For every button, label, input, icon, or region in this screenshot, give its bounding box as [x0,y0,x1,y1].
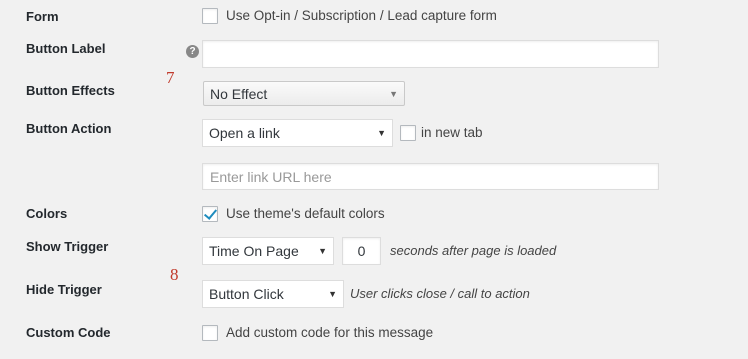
form-optin-label: Use Opt-in / Subscription / Lead capture… [226,8,497,23]
show-trigger-selected: Time On Page [209,243,299,259]
hide-trigger-suffix: User clicks close / call to action [350,286,530,301]
colors-label: Colors [26,206,68,221]
chevron-down-icon: ▼ [377,128,386,138]
link-url-input[interactable]: Enter link URL here [202,163,659,190]
hide-trigger-selected: Button Click [209,286,284,302]
custom-code-label-text: Add custom code for this message [226,325,434,340]
show-trigger-select[interactable]: Time On Page ▼ [202,237,334,265]
chevron-down-icon: ▼ [318,246,327,256]
theme-colors-checkbox[interactable] [202,206,218,222]
button-action-label: Button Action [26,121,112,136]
show-trigger-suffix: seconds after page is loaded [390,243,557,258]
annotation-marker-7: 7 [166,68,175,87]
button-effects-label: Button Effects [26,83,115,98]
seconds-input[interactable]: 0 [342,237,381,265]
new-tab-checkbox[interactable] [400,125,416,141]
custom-code-checkbox[interactable] [202,325,218,341]
show-trigger-label: Show Trigger [26,239,109,254]
theme-colors-label: Use theme's default colors [226,206,385,221]
custom-code-label: Custom Code [26,325,111,340]
form-optin-checkbox[interactable] [202,8,218,24]
button-action-selected: Open a link [209,125,280,141]
hide-trigger-select[interactable]: Button Click ▼ [202,280,344,308]
help-icon[interactable]: ? [186,45,199,58]
button-effects-select[interactable]: No Effect ▼ [203,81,405,106]
button-effects-selected: No Effect [210,85,268,102]
annotation-marker-8: 8 [170,265,179,284]
form-label: Form [26,9,59,24]
button-action-select[interactable]: Open a link ▼ [202,119,393,147]
hide-trigger-label: Hide Trigger [26,282,102,297]
button-label-label: Button Label [26,41,106,56]
new-tab-label: in new tab [421,125,483,140]
chevron-down-icon: ▼ [389,88,398,99]
button-label-input[interactable] [202,40,659,68]
chevron-down-icon: ▼ [328,289,337,299]
